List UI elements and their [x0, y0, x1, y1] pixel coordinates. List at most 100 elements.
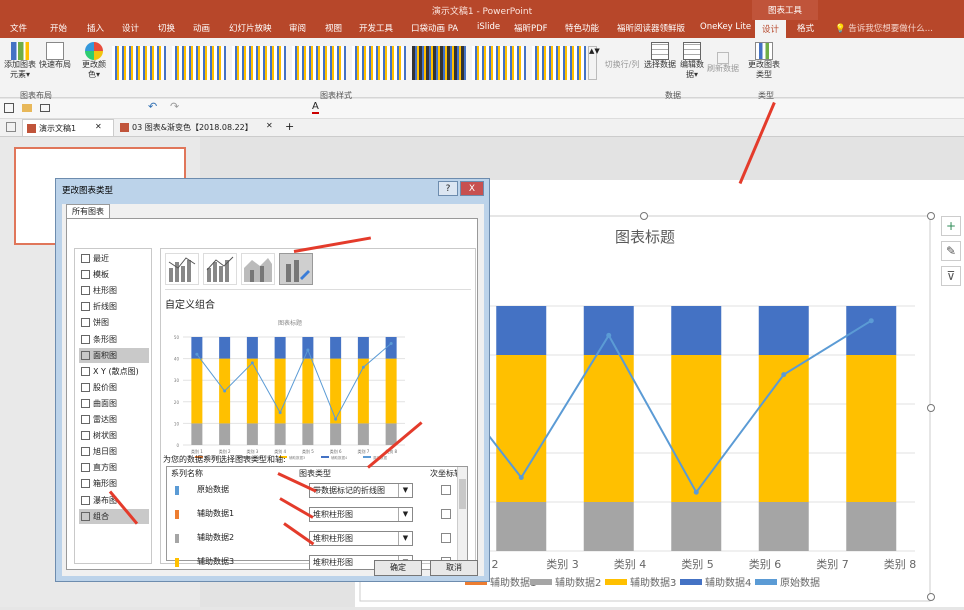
tab-insert[interactable]: 插入: [87, 22, 104, 34]
home-icon[interactable]: [6, 122, 16, 132]
chart-style-7[interactable]: [472, 46, 526, 80]
chart-category-icon: [81, 479, 90, 489]
tab-file[interactable]: 文件: [10, 22, 27, 34]
gallery-scroll-icon[interactable]: ▲▼: [588, 46, 600, 80]
chart-category-item[interactable]: 雷达图: [79, 412, 149, 427]
open-icon[interactable]: [22, 104, 32, 112]
redo-icon[interactable]: ↷: [170, 100, 179, 113]
print-icon[interactable]: [40, 104, 50, 112]
tab-transitions[interactable]: 切换: [158, 22, 175, 34]
chart-category-item[interactable]: 最近: [79, 251, 149, 266]
chart-style-4[interactable]: [292, 46, 346, 80]
preview-chart: 图表标题01020304050类别 1 类别 2 类别 3 类别 4 类别 5 类别 6类…: [174, 319, 405, 460]
chart-category-item[interactable]: 折线图: [79, 299, 149, 314]
select-data-button[interactable]: 选择数据: [644, 42, 676, 70]
tab-design[interactable]: 设计: [122, 22, 139, 34]
x-tick-label: 类别 6: [749, 557, 782, 571]
tab-pocket-animation[interactable]: 口袋动画 PA: [411, 22, 458, 34]
tab-developer[interactable]: 开发工具: [359, 22, 393, 34]
chart-category-item[interactable]: 直方图: [79, 460, 149, 475]
bar-segment: [583, 306, 634, 355]
chart-category-item[interactable]: 组合: [79, 508, 149, 524]
chart-style-3[interactable]: [232, 46, 286, 80]
undo-icon[interactable]: ↶: [148, 100, 157, 113]
tell-me-text: 告诉我您想要做什么...: [848, 24, 933, 34]
change-chart-type-button[interactable]: 更改图表类型: [748, 42, 780, 80]
series-chart-type-select[interactable]: 堆积柱形图 ▼: [309, 507, 413, 522]
chart-filter-icon[interactable]: ⊽: [941, 266, 961, 286]
chart-category-icon: [81, 334, 90, 344]
chart-style-5[interactable]: [352, 46, 406, 80]
close-icon[interactable]: ✕: [266, 121, 273, 130]
chevron-down-icon: ▼: [398, 532, 412, 545]
chart-category-item[interactable]: 饼图: [79, 315, 149, 330]
chart-styles-gallery[interactable]: ▲▼: [112, 46, 600, 82]
chart-category-item[interactable]: 面积图: [79, 347, 149, 363]
chart-category-item[interactable]: X Y (散点图): [79, 364, 149, 379]
series-chart-type-select[interactable]: 带数据标记的折线图 ▼: [309, 483, 413, 498]
tab-chart-format[interactable]: 格式: [797, 22, 814, 34]
chart-elements-icon[interactable]: +: [941, 216, 961, 236]
tab-view[interactable]: 视图: [325, 22, 342, 34]
palette-icon: [85, 42, 103, 60]
chart-category-item[interactable]: 曲面图: [79, 396, 149, 411]
chart-styles-brush-icon[interactable]: ✎: [941, 241, 961, 261]
tell-me-box[interactable]: 💡 告诉我您想要做什么...: [835, 22, 933, 34]
combo-type-3[interactable]: [241, 253, 275, 285]
resize-handle-top-right[interactable]: [927, 212, 935, 220]
doc-tab-2[interactable]: 03 图表&渐变色【2018.08.22】 ✕: [116, 119, 276, 137]
chart-category-item[interactable]: 旭日图: [79, 444, 149, 459]
quick-layout-button[interactable]: 快速布局: [38, 42, 72, 70]
series-color-swatch: [175, 486, 179, 495]
close-icon[interactable]: ✕: [95, 122, 102, 131]
tab-islide[interactable]: iSlide: [477, 22, 500, 32]
doc-tab-1[interactable]: 演示文稿1 ✕: [22, 119, 114, 137]
chart-style-8[interactable]: [532, 46, 586, 80]
chart-style-6[interactable]: [412, 46, 466, 80]
tab-review[interactable]: 审阅: [289, 22, 306, 34]
cancel-button[interactable]: 取消: [430, 560, 478, 576]
font-color-icon[interactable]: A: [312, 101, 319, 114]
tab-animations[interactable]: 动画: [193, 22, 210, 34]
tab-onekey[interactable]: OneKey Lite: [700, 22, 751, 32]
series-chart-type-select[interactable]: 堆积柱形图 ▼: [309, 531, 413, 546]
resize-handle-top[interactable]: [640, 212, 648, 220]
tab-slideshow[interactable]: 幻灯片放映: [229, 22, 272, 34]
chart-category-item[interactable]: 树状图: [79, 428, 149, 443]
resize-handle-bottom-right[interactable]: [927, 593, 935, 601]
chart-category-icon: [81, 254, 90, 263]
bar-segment: [246, 358, 258, 424]
chart-category-item[interactable]: 条形图: [79, 332, 149, 347]
chart-category-item[interactable]: 箱形图: [79, 476, 149, 491]
series-row: 辅助数据3堆积柱形图▼: [167, 551, 467, 575]
chart-style-1[interactable]: [112, 46, 166, 80]
resize-handle-right[interactable]: [927, 404, 935, 412]
close-button[interactable]: X: [460, 181, 484, 196]
tab-home[interactable]: 开始: [50, 22, 67, 34]
combo-type-2[interactable]: [203, 253, 237, 285]
chart-category-item[interactable]: 股价图: [79, 380, 149, 395]
switch-row-column-button[interactable]: 切换行/列: [600, 60, 644, 70]
chart-category-item[interactable]: 模板: [79, 267, 149, 282]
select-data-label: 选择数据: [644, 60, 676, 69]
chart-style-2[interactable]: [172, 46, 226, 80]
save-icon[interactable]: [4, 103, 14, 113]
refresh-data-button[interactable]: 刷新数据: [707, 52, 739, 74]
tab-foxit-pdf[interactable]: 福昕PDF: [514, 22, 548, 34]
combo-type-custom[interactable]: [279, 253, 313, 285]
secondary-axis-checkbox[interactable]: [441, 509, 451, 519]
edit-data-button[interactable]: 编辑数据▾: [678, 42, 706, 80]
help-button[interactable]: ?: [438, 181, 458, 196]
tab-chart-design[interactable]: 设计: [755, 20, 787, 38]
ok-button[interactable]: 确定: [374, 560, 422, 576]
secondary-axis-checkbox[interactable]: [441, 485, 451, 495]
chart-category-item[interactable]: 柱形图: [79, 283, 149, 298]
secondary-axis-checkbox[interactable]: [441, 533, 451, 543]
change-colors-button[interactable]: 更改颜色▾: [80, 42, 108, 80]
combo-type-1[interactable]: [165, 253, 199, 285]
add-chart-element-button[interactable]: 添加图表元素▾: [3, 42, 37, 80]
tab-all-charts[interactable]: 所有图表: [66, 204, 110, 218]
tab-features[interactable]: 特色功能: [565, 22, 599, 34]
tab-foxit-reader[interactable]: 福昕阅读器领鲜版: [617, 22, 685, 34]
new-tab-icon[interactable]: +: [285, 120, 294, 133]
